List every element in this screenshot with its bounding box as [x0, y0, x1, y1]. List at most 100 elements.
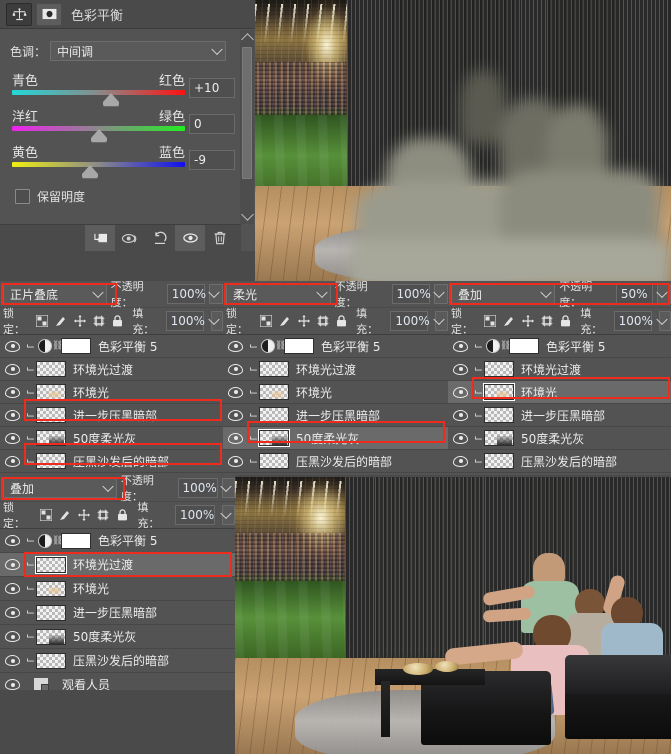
visibility-icon[interactable] [448, 363, 473, 375]
table-row[interactable]: ⌐ 50度柔光灰 [0, 427, 223, 450]
fill-value[interactable]: 100% [165, 311, 205, 331]
table-row[interactable]: ⌐ 50度柔光灰 [0, 625, 235, 649]
link-icon[interactable]: ⛓ [52, 341, 63, 351]
visibility-icon[interactable] [0, 607, 25, 618]
lock-position-icon[interactable] [522, 315, 535, 328]
visibility-icon[interactable] [223, 386, 248, 398]
visibility-icon[interactable] [223, 409, 248, 421]
table-row[interactable]: ⌐ 压黑沙发后的暗部 [0, 649, 235, 673]
toggle-preview-icon[interactable] [115, 225, 145, 251]
blend-mode-select[interactable]: 正片叠底 [3, 284, 107, 304]
layer-mask-thumbnail[interactable] [509, 338, 539, 354]
lock-all-icon[interactable] [112, 315, 123, 328]
table-row[interactable]: ⌐ 压黑沙发后的暗部 [0, 450, 223, 473]
smart-object-icon[interactable] [34, 678, 49, 690]
opacity-value[interactable]: 100% [391, 284, 431, 304]
layer-thumbnail[interactable] [36, 384, 66, 400]
fill-stepper[interactable] [433, 311, 448, 331]
layer-thumbnail[interactable] [258, 429, 290, 447]
table-row[interactable]: ⌐ 进一步压黑暗部 [448, 404, 671, 427]
lock-image-pixels-icon[interactable] [59, 509, 71, 522]
lock-image-pixels-icon[interactable] [279, 315, 291, 328]
layer-thumbnail[interactable] [484, 453, 514, 469]
adjustment-layer-icon[interactable] [38, 533, 52, 548]
lock-image-pixels-icon[interactable] [55, 315, 67, 328]
visibility-icon[interactable] [223, 455, 248, 467]
layer-thumbnail[interactable] [36, 361, 66, 377]
table-row[interactable]: ⌐ 进一步压黑暗部 [223, 404, 448, 427]
adjustment-layer-icon[interactable] [486, 339, 500, 353]
lock-artboard-icon[interactable] [317, 315, 329, 328]
scroll-down-arrow-icon[interactable] [241, 208, 254, 221]
fill-value[interactable]: 100% [174, 505, 215, 525]
visibility-icon[interactable] [0, 559, 25, 570]
lock-transparent-pixels-icon[interactable] [484, 315, 497, 328]
reset-icon[interactable] [145, 225, 175, 251]
fill-stepper[interactable] [656, 311, 671, 331]
table-row[interactable]: ⌐ 进一步压黑暗部 [0, 601, 235, 625]
tone-select[interactable]: 中间调 [50, 41, 227, 61]
table-row[interactable]: ⌐ ⛓ 色彩平衡 5 [0, 335, 223, 358]
table-row[interactable]: ⌐ 环境光过渡 [448, 358, 671, 381]
table-row[interactable]: ⌐ 压黑沙发后的暗部 [448, 450, 671, 473]
link-icon[interactable]: ⛓ [275, 341, 286, 351]
lock-all-icon[interactable] [116, 509, 128, 522]
layer-thumbnail[interactable] [259, 453, 289, 469]
magenta-green-value[interactable]: 0 [189, 114, 235, 134]
table-row[interactable]: ⌐ 50度柔光灰 [223, 427, 448, 450]
adjustment-layer-icon[interactable] [38, 339, 52, 353]
opacity-value[interactable]: 50% [615, 284, 653, 304]
table-row[interactable]: ⌐ 环境光 [0, 381, 223, 404]
clip-to-layer-icon[interactable] [85, 225, 115, 251]
fill-stepper[interactable] [208, 311, 223, 331]
cyan-red-track[interactable] [12, 90, 185, 95]
layer-mask-thumbnail[interactable] [61, 338, 91, 354]
blend-mode-select[interactable]: 叠加 [451, 284, 556, 304]
visibility-icon[interactable] [0, 655, 25, 666]
visibility-icon[interactable] [448, 455, 473, 467]
visibility-icon[interactable] [223, 363, 248, 375]
scroll-up-arrow-icon[interactable] [241, 33, 254, 46]
layer-thumbnail[interactable] [36, 652, 66, 669]
visibility-icon[interactable] [448, 340, 473, 352]
table-row[interactable]: ⌐ 环境光过渡 [0, 553, 235, 577]
fill-stepper[interactable] [220, 505, 235, 525]
visibility-icon[interactable] [0, 432, 25, 444]
yellow-blue-value[interactable]: -9 [189, 150, 235, 170]
layer-thumbnail[interactable] [36, 628, 66, 645]
scrollbar-thumb[interactable] [242, 47, 252, 179]
visibility-icon[interactable] [0, 535, 25, 546]
layer-thumbnail[interactable] [259, 361, 289, 377]
fill-value[interactable]: 100% [613, 311, 653, 331]
opacity-stepper[interactable] [656, 284, 671, 304]
table-row[interactable]: 观看人员 [0, 673, 235, 690]
lock-all-icon[interactable] [560, 315, 571, 328]
adjustment-layer-icon[interactable] [261, 339, 275, 353]
fill-value[interactable]: 100% [390, 311, 430, 331]
lock-artboard-icon[interactable] [97, 509, 109, 522]
blend-mode-select[interactable]: 柔光 [226, 284, 331, 304]
blend-mode-select[interactable]: 叠加 [3, 478, 117, 498]
visibility-icon[interactable] [223, 340, 248, 352]
layer-thumbnail[interactable] [35, 555, 67, 574]
panel-scrollbar[interactable] [240, 30, 254, 224]
table-row[interactable]: ⌐ 环境光 [0, 577, 235, 601]
table-row[interactable]: ⌐ 环境光过渡 [223, 358, 448, 381]
layer-thumbnail[interactable] [484, 407, 514, 423]
table-row[interactable]: ⌐ ⛓ 色彩平衡 5 [448, 335, 671, 358]
opacity-value[interactable]: 100% [177, 478, 218, 498]
visibility-icon[interactable] [0, 583, 25, 594]
lock-transparent-pixels-icon[interactable] [36, 315, 49, 328]
yellow-blue-track[interactable] [12, 162, 185, 167]
visibility-icon[interactable] [0, 386, 25, 398]
lock-transparent-pixels-icon[interactable] [40, 509, 53, 522]
table-row[interactable]: ⌐ 压黑沙发后的暗部 [223, 450, 448, 473]
table-row[interactable]: ⌐ ⛓ 色彩平衡 5 [0, 529, 235, 553]
preserve-luminosity-checkbox[interactable] [15, 189, 30, 204]
lock-position-icon[interactable] [298, 315, 311, 328]
layer-thumbnail[interactable] [259, 384, 289, 400]
layer-thumbnail[interactable] [483, 383, 515, 401]
visibility-icon[interactable] [0, 409, 25, 421]
layer-mask-thumbnail[interactable] [284, 338, 314, 354]
visibility-icon[interactable] [0, 340, 25, 352]
